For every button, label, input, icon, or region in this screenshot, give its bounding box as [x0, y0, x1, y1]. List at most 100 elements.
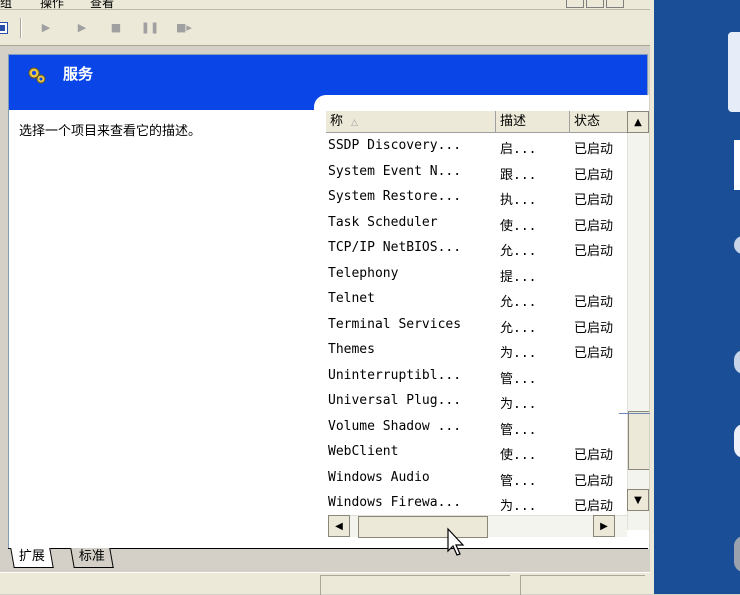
desktop-widget [734, 536, 740, 572]
service-row[interactable]: TCP/IP NetBIOS... 允... 已启动 [314, 236, 624, 262]
service-name-cell: Themes [328, 342, 375, 357]
service-description-cell: 为... [500, 499, 537, 514]
service-row[interactable]: Themes 为... 已启动 [314, 338, 624, 364]
service-row[interactable]: System Restore... 执... 已启动 [314, 185, 624, 211]
arrow-up-icon: ▲ [634, 116, 642, 128]
arrow-right-icon: ▶ [600, 520, 608, 532]
arrow-down-icon: ▼ [634, 494, 642, 506]
status-pane-1 [320, 575, 510, 595]
service-description-cell: 管... [500, 473, 537, 489]
vertical-scrollbar[interactable]: ▲ ▼ [627, 111, 649, 530]
service-name-cell: Telephony [328, 265, 399, 281]
service-row[interactable]: Windows Audio 管... 已启动 [314, 466, 624, 492]
menu-item-2[interactable]: 查看 [90, 0, 114, 9]
service-row[interactable]: Volume Shadow ... 管... [314, 415, 624, 441]
service-status-cell: 已启动 [574, 346, 614, 361]
service-row[interactable]: SSDP Discovery... 启... 已启动 [314, 134, 624, 160]
service-status-cell: 已启动 [574, 167, 614, 183]
page-title: 服务 [63, 65, 94, 83]
service-description-cell: 为... [500, 346, 537, 361]
service-name-cell: Task Scheduler [328, 214, 438, 230]
menu-bar: 组 操作 查看 [0, 0, 650, 10]
gears-icon [28, 67, 46, 84]
menu-item-0[interactable]: 组 [0, 0, 12, 9]
service-name-cell: Volume Shadow ... [328, 418, 462, 434]
desktop-background [650, 0, 740, 594]
toolbar: ▶ ▶ ■ ❚❚ ■▸ [0, 10, 650, 46]
toolbar-separator [20, 18, 22, 38]
play-icon: ▶ [77, 20, 87, 34]
service-description-cell: 启... [500, 142, 537, 157]
services-list[interactable]: 称 △ 描述 状态 SSDP Discovery... 启... 已启动 System … [314, 95, 649, 549]
service-status-cell: 已启动 [574, 218, 614, 234]
service-description-cell: 使... [500, 218, 537, 234]
service-name-cell: TCP/IP NetBIOS... [328, 240, 462, 255]
service-row[interactable]: System Event N... 跟... 已启动 [314, 160, 624, 186]
service-name-cell: System Event N... [328, 163, 462, 179]
service-description-cell: 管... [500, 422, 537, 438]
mdi-close-button[interactable] [606, 0, 624, 8]
scroll-up-button[interactable]: ▲ [627, 111, 649, 133]
view-tabs: 扩展 标准 [8, 548, 648, 570]
service-row[interactable]: Uninterruptibl... 管... [314, 364, 624, 390]
description-pane: 选择一个项目来查看它的描述。 [9, 110, 314, 548]
horizontal-scroll-thumb[interactable] [358, 516, 488, 538]
service-description-cell: 使... [500, 448, 537, 463]
pause-service-button[interactable]: ❚❚ [140, 19, 160, 35]
service-row[interactable]: Windows Firewa... 为... 已启动 [314, 491, 624, 517]
mdi-restore-button[interactable] [586, 0, 604, 8]
scroll-right-button[interactable]: ▶ [593, 515, 615, 537]
service-name-cell: Telnet [328, 291, 375, 306]
service-status-cell: 已启动 [574, 473, 614, 489]
column-header-status[interactable]: 状态 [570, 111, 628, 133]
services-frame: 服务 选择一个项目来查看它的描述。 称 △ 描述 状态 SSDP Discover… [8, 54, 649, 549]
service-description-cell: 提... [500, 269, 537, 285]
desktop-widget [734, 350, 740, 374]
tab-extended-label: 扩展 [18, 549, 45, 564]
stop-service-button[interactable]: ■ [108, 19, 124, 35]
service-description-cell: 允... [500, 244, 537, 259]
service-description-cell: 执... [500, 193, 537, 208]
service-row[interactable]: Terminal Services 允... 已启动 [314, 313, 624, 339]
scroll-left-button[interactable]: ◀ [328, 515, 350, 537]
description-text: 选择一个项目来查看它的描述。 [19, 124, 202, 139]
service-description-cell: 管... [500, 371, 537, 387]
mouse-cursor-icon [447, 527, 465, 556]
show-hide-console-tree-icon[interactable] [0, 22, 8, 34]
restart-service-button[interactable]: ■▸ [176, 19, 192, 35]
pause-icon: ❚❚ [140, 20, 160, 34]
mdi-minimize-button[interactable] [566, 0, 584, 8]
status-pane-2 [520, 575, 645, 595]
start-service-alt-button[interactable]: ▶ [74, 19, 90, 35]
column-description-label: 描述 [500, 114, 527, 129]
tab-extended[interactable]: 扩展 [10, 548, 54, 568]
service-status-cell: 已启动 [574, 295, 614, 310]
menu-item-1[interactable]: 操作 [40, 0, 64, 9]
service-status-cell: 已启动 [574, 193, 614, 208]
column-header-name[interactable]: 称 △ [326, 111, 496, 133]
service-name-cell: System Restore... [328, 189, 462, 204]
start-service-button[interactable]: ▶ [38, 19, 54, 35]
service-name-cell: Uninterruptibl... [328, 367, 462, 383]
column-header-description[interactable]: 描述 [496, 111, 570, 133]
service-name-cell: SSDP Discovery... [328, 138, 462, 153]
service-description-cell: 跟... [500, 167, 537, 183]
scroll-down-button[interactable]: ▼ [627, 489, 649, 511]
service-row[interactable]: WebClient 使... 已启动 [314, 440, 624, 466]
service-name-cell: Windows Audio [328, 469, 430, 485]
service-row[interactable]: Universal Plug... 为... [314, 389, 624, 415]
service-row[interactable]: Telephony 提... [314, 262, 624, 288]
service-status-cell: 已启动 [574, 448, 614, 463]
service-name-cell: Windows Firewa... [328, 495, 462, 510]
tab-standard[interactable]: 标准 [70, 548, 114, 568]
column-status-label: 状态 [574, 114, 601, 129]
stop-icon: ■ [110, 20, 122, 34]
horizontal-scrollbar[interactable]: ◀ ▶ [328, 515, 627, 538]
service-row[interactable]: Telnet 允... 已启动 [314, 287, 624, 313]
service-row[interactable]: Task Scheduler 使... 已启动 [314, 211, 624, 237]
desktop-widget [734, 424, 740, 458]
arrow-left-icon: ◀ [335, 520, 343, 532]
vertical-scroll-thumb[interactable] [628, 411, 649, 470]
desktop-widget [728, 32, 740, 112]
service-name-cell: Terminal Services [328, 316, 462, 332]
